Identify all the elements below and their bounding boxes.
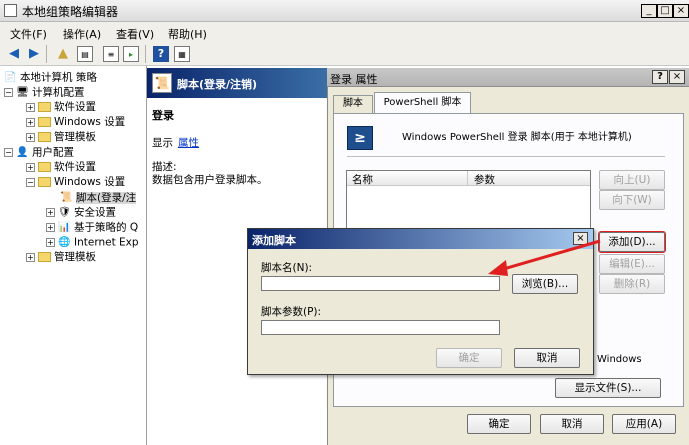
ok-button[interactable]: 确定 xyxy=(467,414,531,434)
tree-item-c-software[interactable]: + 软件设置 xyxy=(4,100,139,115)
description-text: 数据包含用户登录脚本。 xyxy=(152,174,268,186)
help-button[interactable]: ? xyxy=(652,70,668,84)
properties-link[interactable]: 属性 xyxy=(178,135,199,150)
expand-icon[interactable]: + xyxy=(46,223,55,232)
tree-item-ie[interactable]: + 🌐 Internet Exp xyxy=(4,235,139,250)
cancel-button[interactable]: 取消 xyxy=(540,414,604,434)
menu-help[interactable]: 帮助(H) xyxy=(168,26,207,42)
script-name-label: 脚本名(N): xyxy=(261,262,313,274)
tree: 📄 本地计算机 策略 − 🖥 计算机配置 + 软件设置 + Windows 设置 + 管理模… xyxy=(4,70,139,265)
expand-icon[interactable]: + xyxy=(26,252,35,262)
remove-button[interactable]: 删除(R) xyxy=(599,274,665,294)
window-title: 本地组策略编辑器 xyxy=(22,5,119,19)
folder-icon xyxy=(38,177,51,187)
menu-file[interactable]: 文件(F) xyxy=(10,26,47,42)
expand-icon[interactable]: + xyxy=(26,117,35,127)
script-icon: 📜 xyxy=(152,73,172,93)
column-params[interactable]: 参数 xyxy=(474,172,495,187)
move-down-button[interactable]: 向下(W) xyxy=(599,190,665,210)
column-divider xyxy=(467,171,468,186)
collapse-icon[interactable]: − xyxy=(26,177,35,187)
collapse-icon[interactable]: − xyxy=(4,148,13,157)
menu-action[interactable]: 操作(A) xyxy=(63,26,101,42)
app-icon xyxy=(4,4,17,17)
user-icon: 👤 xyxy=(16,147,29,158)
minimize-button[interactable]: _ xyxy=(641,4,657,18)
console-icon[interactable]: ▦ xyxy=(174,46,190,62)
menu-view[interactable]: 查看(V) xyxy=(116,26,154,42)
folder-icon xyxy=(38,252,51,262)
help-icon[interactable]: ? xyxy=(153,46,169,62)
computer-icon: 🖥 xyxy=(16,87,29,98)
ie-icon: 🌐 xyxy=(58,237,71,248)
tab-powershell[interactable]: PowerShell 脚本 xyxy=(374,92,471,114)
apply-button[interactable]: 应用(A) xyxy=(612,414,676,434)
folder-icon xyxy=(38,162,51,172)
toolbar-divider xyxy=(46,45,47,63)
tree-item-c-windows[interactable]: + Windows 设置 xyxy=(4,115,139,130)
export-icon[interactable]: ≡ xyxy=(103,46,119,62)
properties-titlebar xyxy=(327,68,689,87)
add-button[interactable]: 添加(D)... xyxy=(598,231,666,253)
expand-icon[interactable]: + xyxy=(46,238,55,247)
expand-icon[interactable]: + xyxy=(26,102,35,112)
expand-icon[interactable]: + xyxy=(26,132,35,142)
tree-item-qos[interactable]: + 📊 基于策略的 Q xyxy=(4,220,139,235)
add-script-title: 添加脚本 xyxy=(252,234,296,247)
show-tree-icon[interactable]: ▤ xyxy=(77,46,93,62)
tree-item-u-windows[interactable]: − Windows 设置 xyxy=(4,175,139,190)
folder-icon xyxy=(38,132,51,142)
column-name[interactable]: 名称 xyxy=(352,172,373,187)
list-header xyxy=(347,171,590,186)
powershell-icon: ≥ xyxy=(347,126,373,150)
script-name-input[interactable] xyxy=(261,276,500,291)
tree-item-security[interactable]: + 🛡 安全设置 xyxy=(4,205,139,220)
tree-item-scripts[interactable]: 📜 脚本(登录/注 xyxy=(4,190,139,205)
details-header: 脚本(登录/注销) xyxy=(147,68,327,98)
tree-item-u-software[interactable]: + 软件设置 xyxy=(4,160,139,175)
dialog-cancel-button[interactable]: 取消 xyxy=(514,348,580,368)
close-button[interactable]: × xyxy=(673,4,689,18)
tree-item-root[interactable]: 📄 本地计算机 策略 xyxy=(4,70,139,85)
folder-icon xyxy=(38,117,51,127)
move-up-button[interactable]: 向上(U) xyxy=(599,170,665,190)
maximize-button[interactable]: □ xyxy=(657,4,673,18)
expand-icon[interactable]: + xyxy=(26,162,35,172)
menubar xyxy=(0,22,689,42)
chart-icon: 📊 xyxy=(58,222,71,233)
powershell-heading: Windows PowerShell 登录 脚本(用于 本地计算机) xyxy=(402,132,632,143)
separator xyxy=(347,156,665,157)
expand-icon[interactable]: + xyxy=(46,208,55,217)
properties-icon[interactable]: ▸ xyxy=(123,46,139,62)
tree-item-c-admin[interactable]: + 管理模板 xyxy=(4,130,139,145)
forward-icon[interactable]: ▶ xyxy=(26,46,42,62)
script-params-label: 脚本参数(P): xyxy=(261,306,322,318)
back-icon[interactable]: ◀ xyxy=(6,46,22,62)
show-files-button[interactable]: 显示文件(S)... xyxy=(555,378,661,398)
collapse-icon[interactable]: − xyxy=(4,88,13,97)
folder-icon xyxy=(38,102,51,112)
tab-scripts[interactable]: 脚本 xyxy=(333,95,373,113)
annotation-arrow-icon xyxy=(488,239,601,276)
edit-button[interactable]: 编辑(E)... xyxy=(599,254,665,274)
up-folder-icon[interactable]: ▲ xyxy=(55,46,71,62)
security-icon: 🛡 xyxy=(58,207,71,218)
show-label: 显示 xyxy=(152,137,173,149)
windows-partial-text: Windows xyxy=(597,354,642,365)
tree-item-computer[interactable]: − 🖥 计算机配置 xyxy=(4,85,139,100)
properties-title: 登录 属性 xyxy=(330,73,378,86)
properties-close-button[interactable]: × xyxy=(669,70,685,84)
tree-item-user[interactable]: − 👤 用户配置 xyxy=(4,145,139,160)
dialog-ok-button[interactable]: 确定 xyxy=(436,348,502,368)
tree-item-u-admin[interactable]: + 管理模板 xyxy=(4,250,139,265)
toolbar-divider xyxy=(145,45,146,63)
script-params-input[interactable] xyxy=(261,320,500,335)
policy-icon: 📄 xyxy=(4,72,17,83)
section-title: 登录 xyxy=(152,109,174,122)
script-icon: 📜 xyxy=(60,192,73,203)
